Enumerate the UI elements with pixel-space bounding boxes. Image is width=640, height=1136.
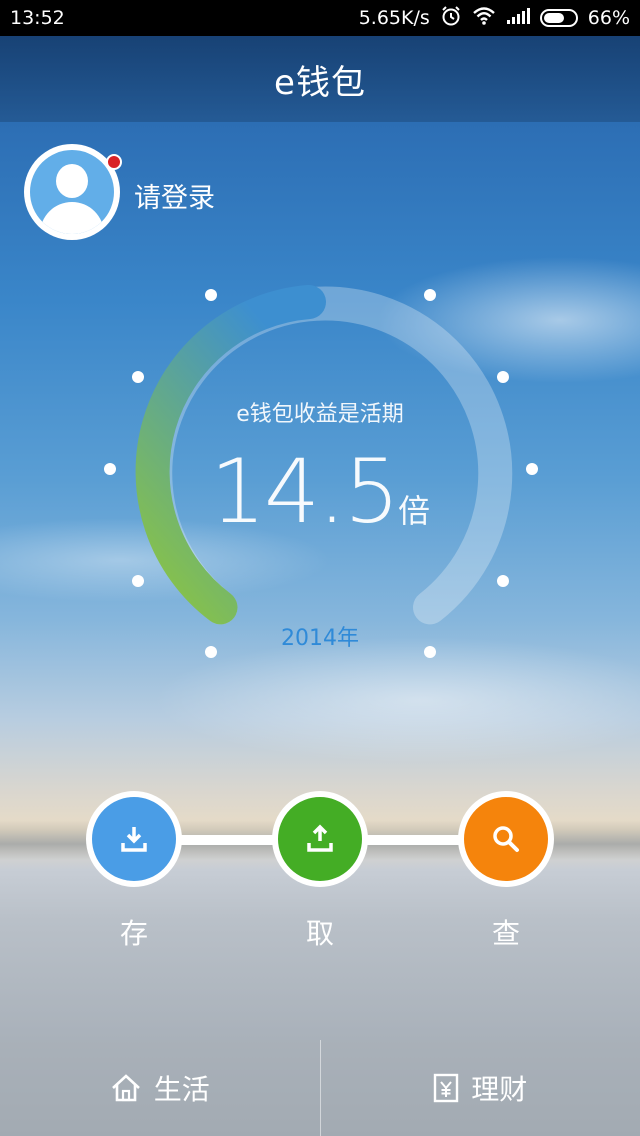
withdraw-button[interactable] xyxy=(272,791,368,887)
network-speed: 5.65K/s xyxy=(358,7,430,29)
login-link[interactable]: 请登录 xyxy=(134,176,215,215)
gauge-dot xyxy=(132,575,144,587)
gauge-number: 14.5 xyxy=(210,440,400,543)
page-title: e钱包 xyxy=(274,62,366,103)
upload-icon xyxy=(307,824,333,852)
gauge-dot xyxy=(497,371,509,383)
deposit-label: 存 xyxy=(119,917,148,950)
download-icon xyxy=(121,827,147,852)
search-icon xyxy=(493,826,519,852)
withdraw-label: 取 xyxy=(305,917,334,950)
nav-item-life[interactable]: 生活 xyxy=(0,1040,320,1136)
battery-percent: 66% xyxy=(587,7,630,29)
gauge-dot xyxy=(424,289,436,301)
gauge-caption: e钱包收益是活期 xyxy=(236,402,404,427)
nav-label-finance: 理财 xyxy=(471,1073,528,1106)
gauge-dot xyxy=(497,575,509,587)
avatar-icon xyxy=(30,150,114,234)
finance-icon xyxy=(434,1073,459,1103)
nav-label-life: 生活 xyxy=(153,1073,210,1106)
nav-item-finance[interactable]: 理财 xyxy=(321,1040,640,1136)
bottom-nav: 生活 理财 xyxy=(0,1040,640,1136)
status-time: 13:52 xyxy=(10,7,65,29)
avatar-head xyxy=(56,164,88,198)
status-right: 5.65K/s 66% xyxy=(359,5,630,32)
title-bar: e钱包 xyxy=(0,36,640,122)
deposit-button[interactable] xyxy=(86,791,182,887)
query-button[interactable] xyxy=(458,791,554,887)
gauge-dot xyxy=(132,371,144,383)
battery-level xyxy=(543,13,564,23)
home-icon xyxy=(111,1074,140,1102)
wifi-icon xyxy=(472,6,496,31)
status-bar: 13:52 5.65K/s 66% xyxy=(0,0,640,36)
notification-dot xyxy=(106,154,122,170)
battery-icon xyxy=(539,9,578,27)
query-label: 查 xyxy=(491,917,520,950)
avatar-body xyxy=(40,202,104,234)
gauge-year: 2014年 xyxy=(281,626,359,651)
alarm-icon xyxy=(440,5,462,32)
gauge-unit: 倍 xyxy=(397,492,430,530)
signal-icon xyxy=(506,7,530,30)
gauge-value: 14.5倍 xyxy=(0,440,640,543)
gauge-dot xyxy=(205,289,217,301)
